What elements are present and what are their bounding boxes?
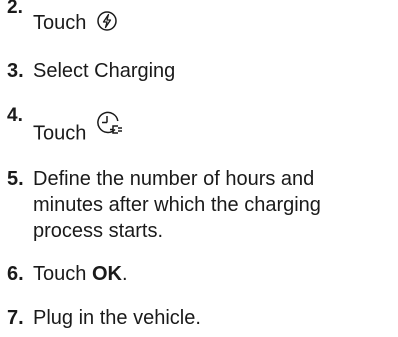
timer-plug-icon: [97, 111, 122, 134]
step-6: 6. Touch OK.: [7, 261, 353, 287]
step-4: 4. Touch: [7, 105, 353, 144]
step-label: Touch: [33, 12, 87, 34]
step-text-after: .: [121, 263, 128, 285]
charge-bolt-icon: [97, 10, 117, 31]
step-2: 2. Touch: [7, 0, 353, 34]
step-3: 3. Select Charging: [7, 58, 353, 84]
step-number: 6.: [7, 263, 24, 285]
step-text: Touch: [33, 111, 353, 148]
step-7: 7. Plug in the vehicle.: [7, 305, 353, 331]
step-number: 3.: [7, 60, 24, 82]
step-number: 4.: [7, 105, 23, 126]
ok-label: OK: [91, 263, 122, 285]
step-number: 2.: [7, 0, 23, 18]
step-5: 5. Define the number of hours and minute…: [7, 166, 353, 244]
step-text: Select Charging: [33, 60, 176, 82]
step-number: 7.: [7, 307, 24, 329]
step-text: Touch: [33, 10, 353, 36]
step-text: Define the number of hours and minutes a…: [33, 168, 321, 242]
step-label: Touch: [33, 122, 87, 145]
step-text-before: Touch: [33, 263, 92, 285]
step-number: 5.: [7, 168, 24, 190]
step-text: Touch OK.: [33, 261, 353, 287]
step-text: Plug in the vehicle.: [33, 307, 201, 329]
